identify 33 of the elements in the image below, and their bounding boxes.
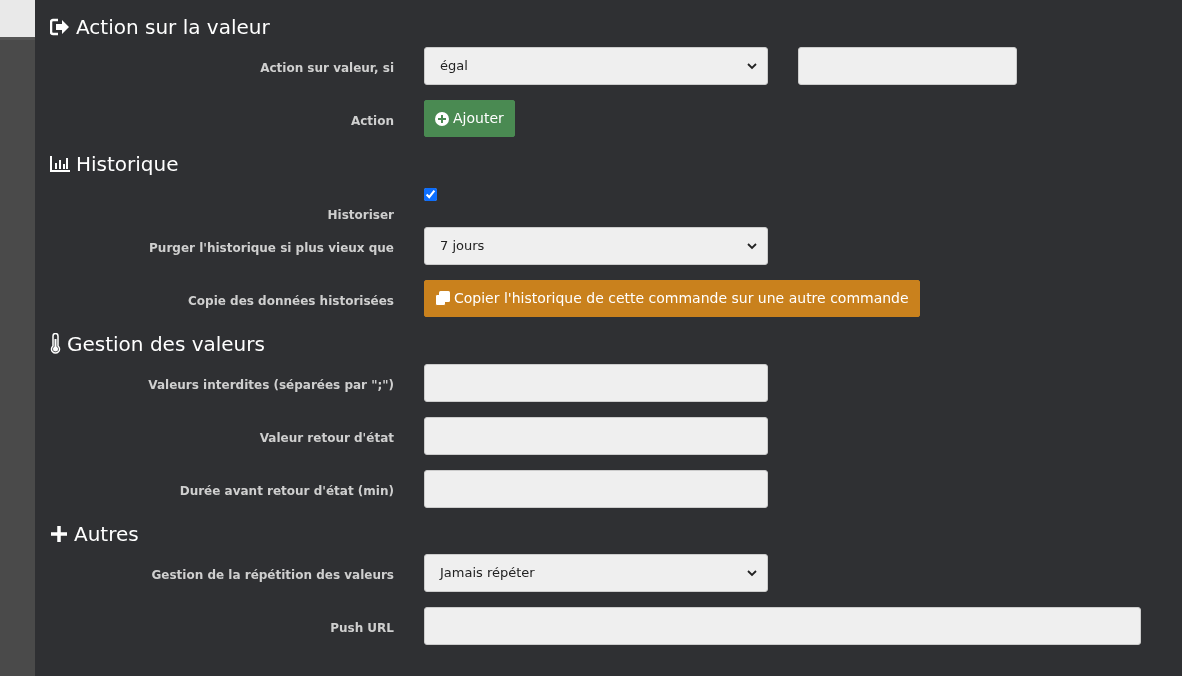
field-label: Durée avant retour d'état (min) [178, 483, 394, 500]
input-field[interactable] [424, 607, 1141, 645]
dropdown-select[interactable]: Jamais répéter [424, 554, 768, 592]
field-label: Copie des données historisées [187, 293, 394, 310]
input-field[interactable] [424, 470, 768, 508]
section-title: Action sur la valeur [76, 14, 270, 41]
input-field[interactable] [424, 417, 768, 455]
field-label: Valeur retour d'état [258, 430, 394, 447]
field-label: Gestion de la répétition des valeurs [150, 567, 394, 584]
plus-circle-icon [435, 111, 449, 126]
dropdown-select[interactable]: 7 jours [424, 227, 768, 265]
dropdown-select[interactable]: égal [424, 47, 768, 85]
input-field[interactable] [798, 47, 1017, 85]
field-label: Action [349, 113, 394, 130]
checkbox[interactable] [424, 188, 437, 201]
exit-arrow-icon [50, 18, 70, 36]
plus-icon [50, 525, 68, 543]
copy-icon [435, 291, 450, 306]
field-label: Push URL [329, 620, 394, 637]
section-title: Gestion des valeurs [67, 331, 265, 358]
action-button[interactable]: Ajouter [424, 100, 515, 137]
section-title: Autres [74, 521, 139, 548]
bar-chart-icon [50, 156, 70, 172]
caret-icon [747, 569, 757, 577]
caret-icon [747, 62, 757, 70]
field-label: Historiser [326, 207, 394, 224]
field-label: Purger l'historique si plus vieux que [148, 240, 394, 257]
input-field[interactable] [424, 364, 768, 402]
thermometer-icon [50, 333, 61, 355]
field-label: Valeurs interdites (séparées par ";") [147, 377, 394, 394]
section-title: Historique [76, 151, 179, 178]
caret-icon [747, 242, 757, 250]
field-label: Action sur valeur, si [259, 60, 394, 77]
